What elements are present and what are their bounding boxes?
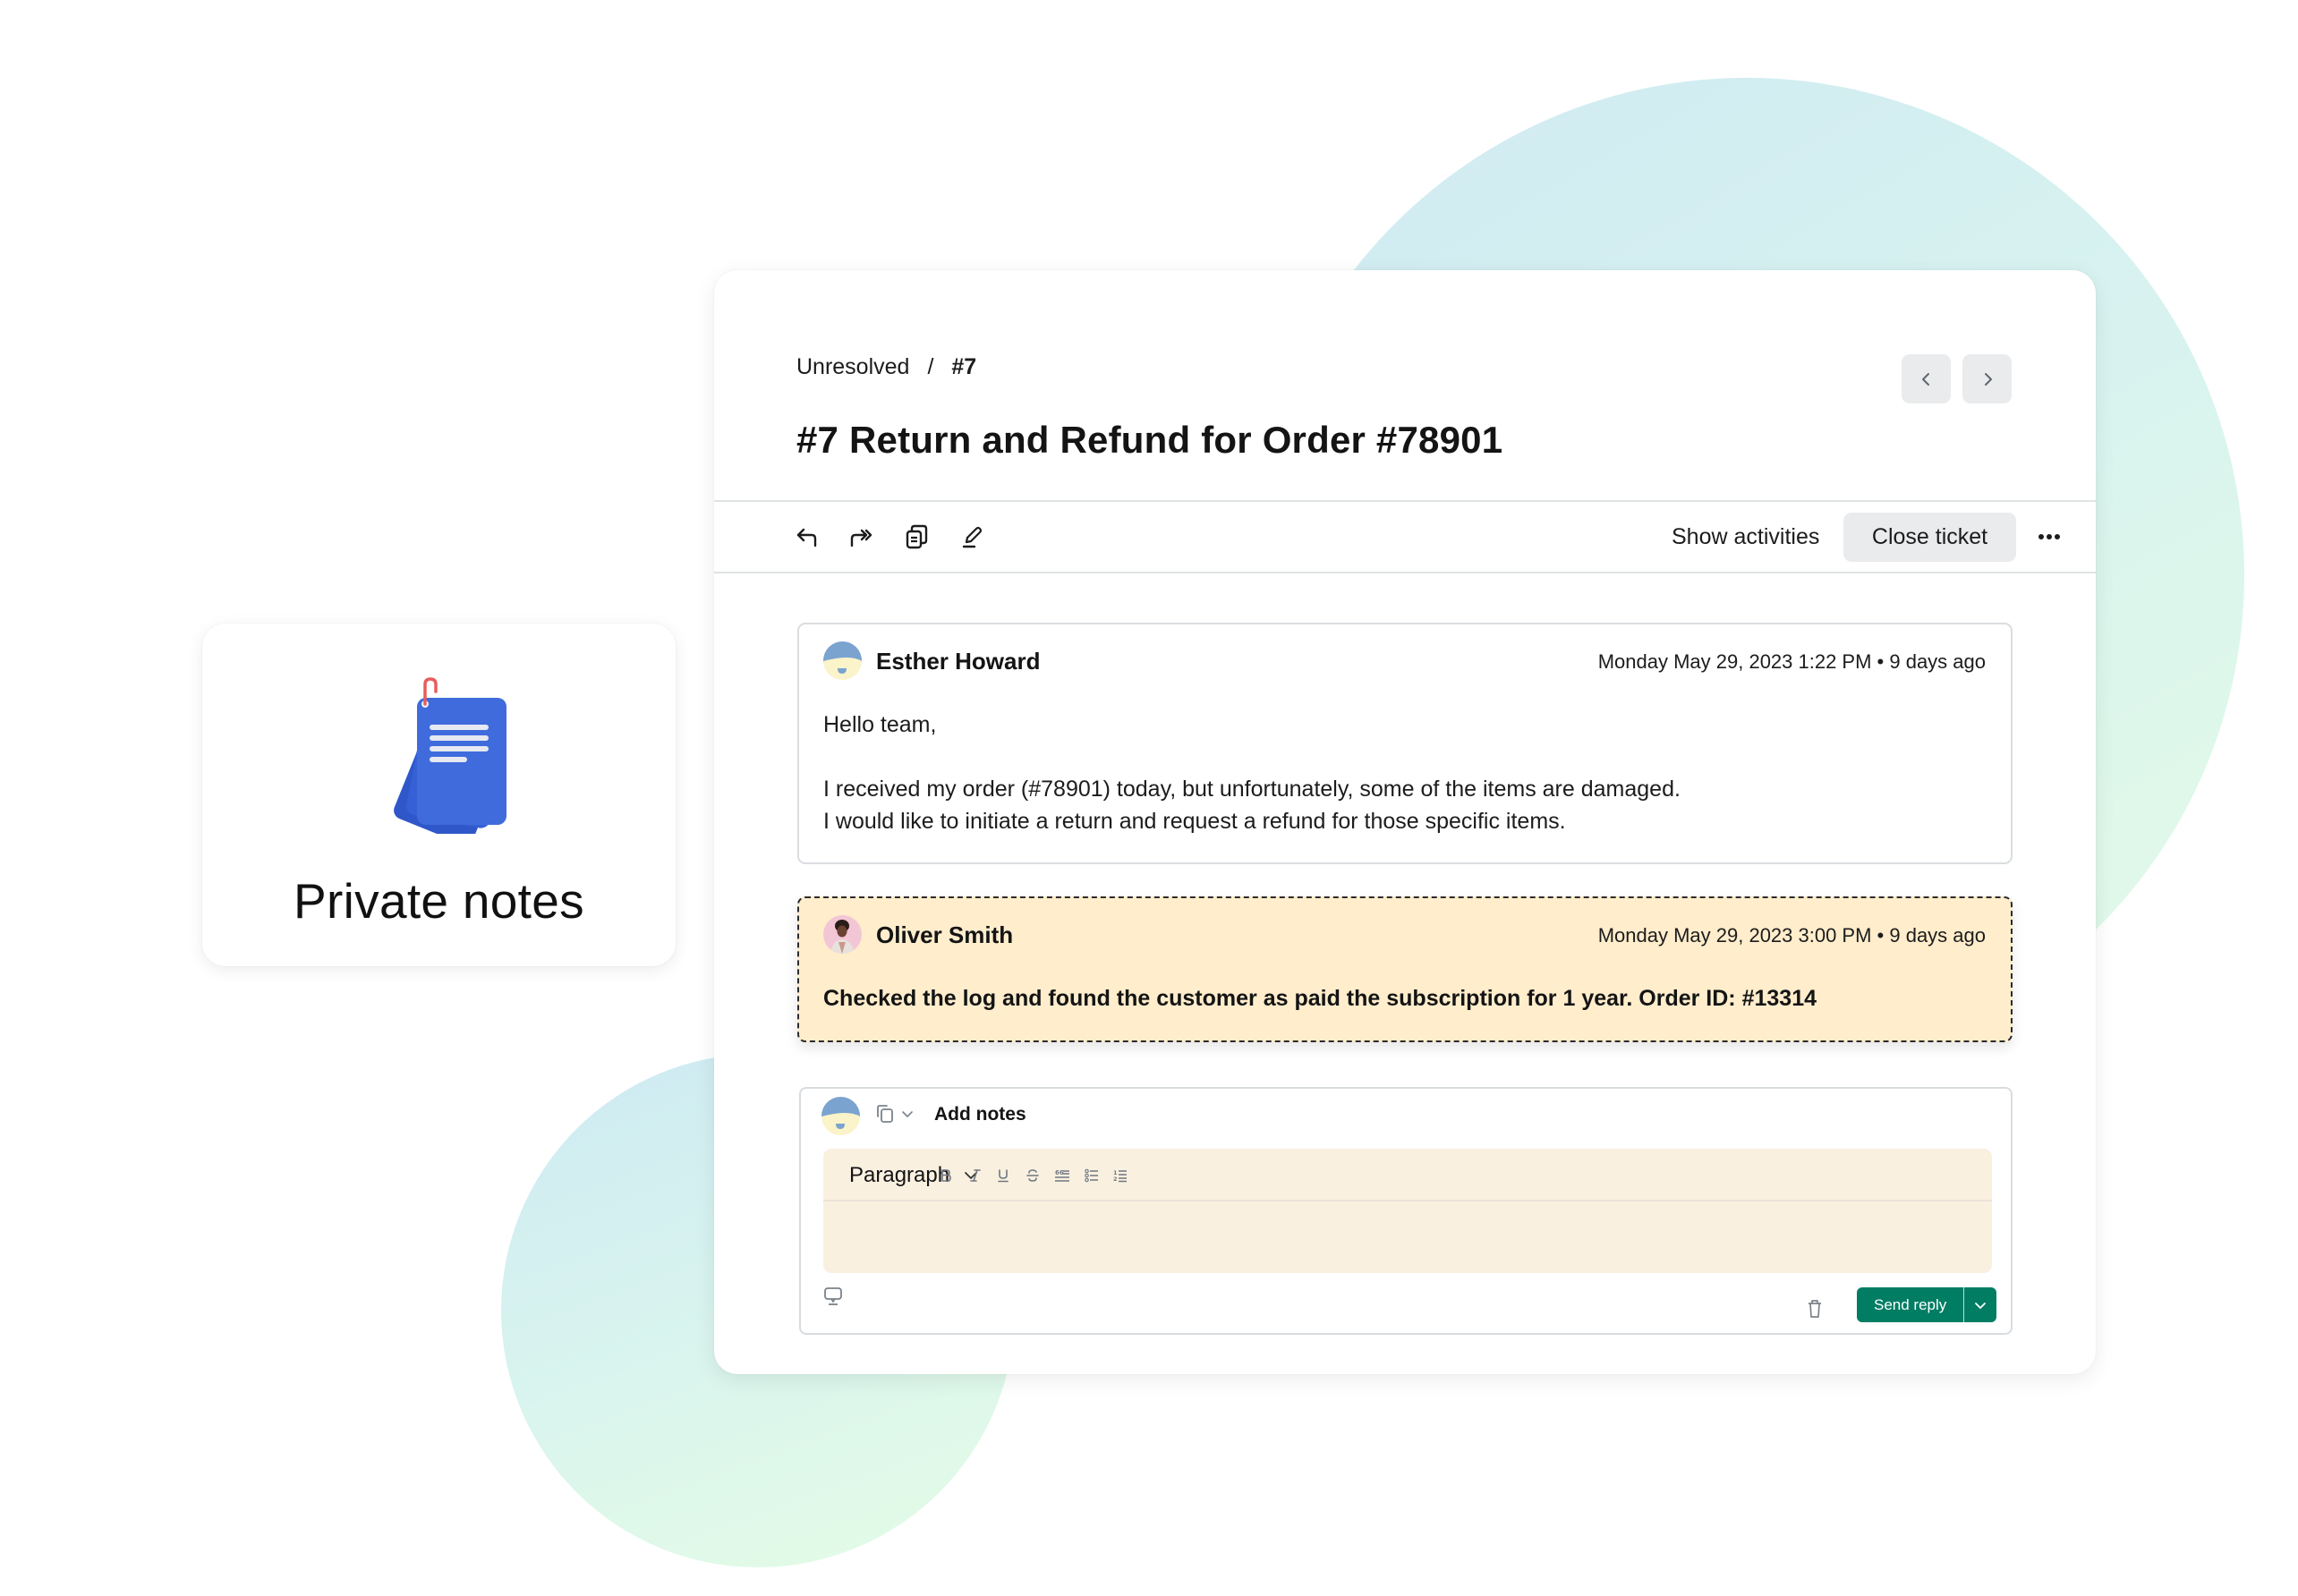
breadcrumb-status[interactable]: Unresolved (796, 354, 909, 380)
page-title: #7 Return and Refund for Order #78901 (796, 419, 1503, 461)
send-reply-split-button: Send reply (1857, 1287, 1997, 1322)
bullet-list-button[interactable] (1082, 1166, 1102, 1185)
message-author: Esther Howard (876, 648, 1041, 675)
trash-icon[interactable] (1805, 1298, 1825, 1320)
numbered-list-icon: 12 (1113, 1169, 1127, 1183)
message-line: I received my order (#78901) today, but … (823, 777, 1681, 802)
italic-icon (970, 1169, 981, 1182)
svg-text:2: 2 (1113, 1176, 1118, 1183)
message-card-customer: Esther Howard Monday May 29, 2023 1:22 P… (797, 623, 2013, 864)
show-activities-button[interactable]: Show activities (1672, 524, 1819, 550)
underline-button[interactable] (993, 1166, 1013, 1185)
send-reply-button[interactable]: Send reply (1857, 1287, 1963, 1322)
italic-button[interactable] (966, 1166, 985, 1185)
agent-avatar-photo (823, 915, 862, 954)
chevron-left-icon (1921, 372, 1929, 386)
blockquote-button[interactable]: 66 (1052, 1166, 1072, 1185)
close-ticket-button[interactable]: Close ticket (1843, 513, 2016, 562)
more-horizontal-icon (2038, 534, 2060, 539)
note-composer: Add notes Paragraph 66 1 2 Send reply (799, 1087, 2013, 1335)
composer-mode-label: Add notes (934, 1104, 1026, 1125)
signature-icon[interactable] (822, 1286, 844, 1307)
more-options-button[interactable] (2037, 524, 2062, 549)
avatar (823, 641, 862, 680)
block-style-value: Paragraph (849, 1163, 950, 1187)
numbered-list-button[interactable]: 12 (1111, 1166, 1130, 1185)
reply-button[interactable] (794, 522, 822, 551)
message-line: I would like to initiate a return and re… (823, 809, 1566, 834)
strikethrough-button[interactable] (1023, 1166, 1043, 1185)
send-options-button[interactable] (1963, 1287, 1996, 1322)
blockquote-icon: 66 (1055, 1169, 1069, 1182)
message-line: Hello team, (823, 712, 937, 737)
private-notes-card: Private notes (202, 624, 676, 966)
message-body: Hello team, I received my order (#78901)… (823, 709, 1986, 837)
breadcrumb-separator: / (927, 354, 934, 379)
avatar (821, 1097, 860, 1135)
message-timestamp: Monday May 29, 2023 3:00 PM • 9 days ago (1597, 924, 1986, 947)
chevron-down-icon[interactable] (899, 1106, 915, 1122)
bold-button[interactable] (936, 1166, 956, 1185)
svg-text:66: 66 (1055, 1169, 1064, 1176)
feature-title: Private notes (294, 873, 584, 929)
copy-icon (906, 524, 928, 549)
note-editor-input[interactable] (823, 1203, 1992, 1273)
next-ticket-button[interactable] (1962, 354, 2012, 403)
message-line-blank (823, 741, 1986, 773)
previous-ticket-button[interactable] (1902, 354, 1951, 403)
edit-icon (962, 526, 983, 548)
forward-button[interactable] (847, 522, 875, 551)
strikethrough-icon (1026, 1169, 1039, 1182)
ticket-panel: Unresolved / #7 #7 Return and Refund for… (714, 270, 2096, 1374)
message-timestamp: Monday May 29, 2023 1:22 PM • 9 days ago (1597, 650, 1986, 673)
user-avatar-icon (821, 1097, 860, 1135)
forward-icon (850, 529, 872, 548)
reply-icon (796, 528, 817, 548)
breadcrumb: Unresolved / #7 (796, 354, 976, 380)
chevron-down-icon (1975, 1302, 1987, 1309)
breadcrumb-current: #7 (951, 354, 977, 379)
editor-toolbar: Paragraph 66 1 2 (823, 1149, 1992, 1201)
bold-icon (941, 1169, 951, 1182)
header-divider (714, 500, 2096, 502)
chevron-right-icon (1984, 372, 1992, 386)
message-card-private-note: Oliver Smith Monday May 29, 2023 3:00 PM… (797, 896, 2013, 1042)
toolbar-divider (714, 572, 2096, 573)
note-editor: Paragraph 66 1 2 (823, 1149, 1992, 1273)
copy-mode-icon[interactable] (874, 1103, 896, 1125)
user-avatar-icon (823, 641, 862, 680)
message-line: Checked the log and found the customer a… (823, 986, 1817, 1011)
block-style-dropdown[interactable]: Paragraph (849, 1163, 980, 1188)
copy-button[interactable] (903, 522, 932, 551)
avatar (823, 915, 862, 954)
bullet-list-icon (1085, 1168, 1098, 1183)
message-body: Checked the log and found the customer a… (823, 982, 1986, 1014)
notes-stack-icon (394, 677, 506, 834)
underline-icon (998, 1169, 1009, 1183)
message-author: Oliver Smith (876, 921, 1014, 948)
edit-button[interactable] (958, 522, 986, 551)
